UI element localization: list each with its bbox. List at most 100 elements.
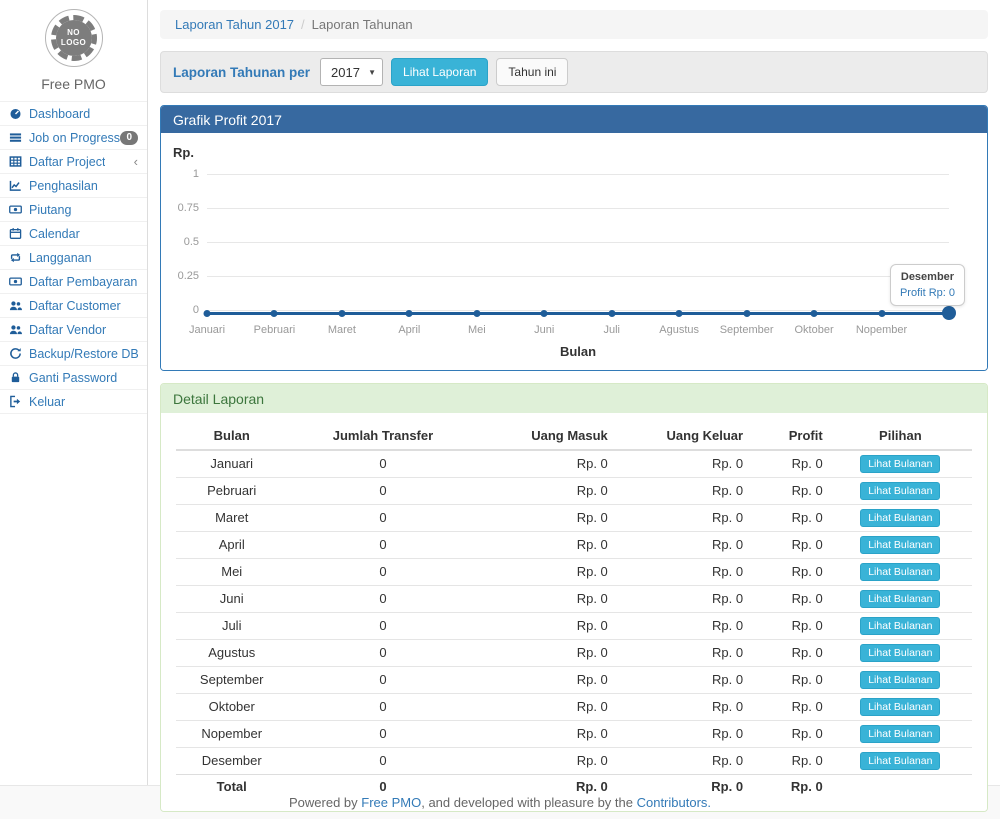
- table-row: September0Rp. 0Rp. 0Rp. 0Lihat Bulanan: [176, 667, 972, 694]
- view-monthly-button-mei[interactable]: Lihat Bulanan: [860, 563, 940, 581]
- view-monthly-button-desember[interactable]: Lihat Bulanan: [860, 752, 940, 770]
- sidebar-item-label: Job on Progress: [29, 131, 120, 145]
- view-monthly-button-april[interactable]: Lihat Bulanan: [860, 536, 940, 554]
- data-point-mei[interactable]: [473, 310, 480, 317]
- cell-jumlah-transfer: 0: [287, 748, 478, 775]
- view-monthly-button-agustus[interactable]: Lihat Bulanan: [860, 644, 940, 662]
- data-point-oktober[interactable]: [811, 310, 818, 317]
- count-badge: 0: [120, 131, 138, 145]
- data-point-september[interactable]: [743, 310, 750, 317]
- cell-bulan: Mei: [176, 559, 287, 586]
- table-icon: [9, 155, 24, 169]
- app-window: NO LOGO Free PMO DashboardJob on Progres…: [0, 0, 1000, 785]
- chart-axis: Bulan 10.750.50.250JanuariPebruariMaretA…: [207, 174, 949, 366]
- brand-name: Free PMO: [0, 72, 147, 101]
- footer-text-before: Powered by: [289, 795, 361, 810]
- table-row: Pebruari0Rp. 0Rp. 0Rp. 0Lihat Bulanan: [176, 478, 972, 505]
- view-monthly-button-juli[interactable]: Lihat Bulanan: [860, 617, 940, 635]
- footer-text-middle: , and developed with pleasure by the: [421, 795, 636, 810]
- cell-uang-masuk: Rp. 0: [478, 478, 613, 505]
- breadcrumb-separator: /: [301, 17, 305, 32]
- sidebar-item-ganti-password[interactable]: Ganti Password: [0, 366, 147, 390]
- cell-jumlah-transfer: 0: [287, 586, 478, 613]
- cell-jumlah-transfer: 0: [287, 613, 478, 640]
- cell-uang-keluar: Rp. 0: [614, 694, 749, 721]
- sidebar-item-daftar-customer[interactable]: Daftar Customer: [0, 294, 147, 318]
- year-filter-panel: Laporan Tahunan per 2017 ▼ Lihat Laporan…: [160, 51, 988, 93]
- sidebar-item-job-on-progress[interactable]: Job on Progress0: [0, 126, 147, 150]
- cell-profit: Rp. 0: [749, 586, 829, 613]
- sidebar-item-label: Daftar Customer: [29, 299, 121, 313]
- data-point-maret[interactable]: [338, 310, 345, 317]
- profit-chart: Rp. Bulan 10.750.50.250JanuariPebruariMa…: [161, 133, 987, 370]
- total-label: Total: [176, 775, 287, 800]
- y-tick-label: 0.75: [165, 202, 199, 214]
- year-select[interactable]: 2017: [323, 65, 376, 80]
- x-tick-label: Nopember: [842, 324, 922, 336]
- sidebar-item-label: Backup/Restore DB: [29, 347, 138, 361]
- cell-uang-keluar: Rp. 0: [614, 478, 749, 505]
- data-point-april[interactable]: [406, 310, 413, 317]
- table-row: Oktober0Rp. 0Rp. 0Rp. 0Lihat Bulanan: [176, 694, 972, 721]
- view-report-button[interactable]: Lihat Laporan: [391, 58, 488, 86]
- table-row: Desember0Rp. 0Rp. 0Rp. 0Lihat Bulanan: [176, 748, 972, 775]
- cell-uang-masuk: Rp. 0: [478, 559, 613, 586]
- view-monthly-button-pebruari[interactable]: Lihat Bulanan: [860, 482, 940, 500]
- data-point-pebruari[interactable]: [271, 310, 278, 317]
- view-monthly-button-maret[interactable]: Lihat Bulanan: [860, 509, 940, 527]
- data-point-januari[interactable]: [204, 310, 211, 317]
- sidebar-item-daftar-pembayaran[interactable]: Daftar Pembayaran: [0, 270, 147, 294]
- sidebar-item-keluar[interactable]: Keluar: [0, 390, 147, 414]
- table-row: Agustus0Rp. 0Rp. 0Rp. 0Lihat Bulanan: [176, 640, 972, 667]
- view-monthly-button-januari[interactable]: Lihat Bulanan: [860, 455, 940, 473]
- cell-profit: Rp. 0: [749, 505, 829, 532]
- data-point-nopember[interactable]: [878, 310, 885, 317]
- cell-uang-keluar: Rp. 0: [614, 721, 749, 748]
- data-point-juli[interactable]: [608, 310, 615, 317]
- view-monthly-button-september[interactable]: Lihat Bulanan: [860, 671, 940, 689]
- breadcrumb-link-laporan-tahun[interactable]: Laporan Tahun 2017: [175, 17, 294, 32]
- sidebar-item-penghasilan[interactable]: Penghasilan: [0, 174, 147, 198]
- cell-profit: Rp. 0: [749, 694, 829, 721]
- cell-jumlah-transfer: 0: [287, 640, 478, 667]
- view-monthly-button-oktober[interactable]: Lihat Bulanan: [860, 698, 940, 716]
- cell-profit: Rp. 0: [749, 613, 829, 640]
- this-year-button[interactable]: Tahun ini: [496, 58, 568, 86]
- sidebar-item-label: Dashboard: [29, 107, 90, 121]
- y-tick-label: 0.25: [165, 270, 199, 282]
- gridline: [207, 208, 949, 209]
- chart-tooltip: Desember Profit Rp: 0: [890, 264, 965, 306]
- cell-profit: Rp. 0: [749, 748, 829, 775]
- cell-jumlah-transfer: 0: [287, 559, 478, 586]
- footer-link-contributors[interactable]: Contributors.: [637, 795, 711, 810]
- sidebar-item-daftar-vendor[interactable]: Daftar Vendor: [0, 318, 147, 342]
- cell-uang-keluar: Rp. 0: [614, 613, 749, 640]
- gridline: [207, 276, 949, 277]
- sidebar-item-calendar[interactable]: Calendar: [0, 222, 147, 246]
- view-monthly-button-juni[interactable]: Lihat Bulanan: [860, 590, 940, 608]
- sidebar-item-langganan[interactable]: Langganan: [0, 246, 147, 270]
- sidebar-item-dashboard[interactable]: Dashboard: [0, 102, 147, 126]
- cell-profit: Rp. 0: [749, 532, 829, 559]
- breadcrumb: Laporan Tahun 2017 / Laporan Tahunan: [160, 10, 988, 39]
- detail-panel-title: Detail Laporan: [161, 384, 987, 413]
- logo-text-line2: LOGO: [61, 38, 86, 48]
- retweet-icon: [9, 251, 24, 265]
- y-tick-label: 0.5: [165, 236, 199, 248]
- cell-jumlah-transfer: 0: [287, 694, 478, 721]
- sidebar-item-daftar-project[interactable]: Daftar Project‹: [0, 150, 147, 174]
- sidebar-item-label: Ganti Password: [29, 371, 117, 385]
- view-monthly-button-nopember[interactable]: Lihat Bulanan: [860, 725, 940, 743]
- tooltip-value: Profit Rp: 0: [900, 287, 955, 299]
- cell-bulan: Agustus: [176, 640, 287, 667]
- data-point-desember[interactable]: [942, 306, 956, 320]
- data-point-agustus[interactable]: [676, 310, 683, 317]
- data-point-juni[interactable]: [541, 310, 548, 317]
- cell-jumlah-transfer: 0: [287, 450, 478, 478]
- sidebar-item-piutang[interactable]: Piutang: [0, 198, 147, 222]
- gridline: [207, 242, 949, 243]
- cell-uang-masuk: Rp. 0: [478, 505, 613, 532]
- gridline: [207, 310, 949, 311]
- sidebar-item-backup-restore-db[interactable]: Backup/Restore DB: [0, 342, 147, 366]
- footer-link-free-pmo[interactable]: Free PMO: [361, 795, 421, 810]
